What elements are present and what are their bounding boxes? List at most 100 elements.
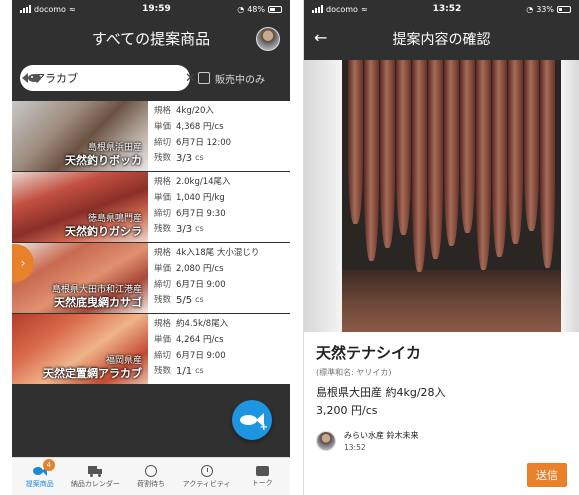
product-detail: 天然テナシイカ (標準和名: ヤリイカ) 島根県大田産 約4kg/28入 3,2… — [304, 332, 579, 452]
app-header: すべての提案商品 — [12, 18, 290, 58]
squid-shape — [460, 60, 475, 233]
back-arrow-icon[interactable]: ← — [314, 30, 327, 46]
squid-shape — [492, 60, 507, 257]
squid-shape — [396, 60, 411, 235]
notification-badge: 4 — [42, 459, 55, 471]
app-header: docomo ≈ 13:52 ◔ 33% ← 提案内容の確認 — [304, 0, 579, 60]
history-icon — [200, 464, 213, 477]
seller-info: みらい水産 鈴木未来 13:52 — [316, 430, 567, 452]
standard-name: (標準和名: ヤリイカ) — [316, 368, 392, 377]
listing-deadline: 6月7日 9:30 — [176, 208, 226, 219]
spec-label: 単価 — [154, 192, 172, 203]
signal-icon — [20, 5, 31, 13]
listing-deadline: 6月7日 9:00 — [176, 350, 226, 361]
listing-photo: 福岡県産 天然定置網アラカブ — [12, 314, 148, 384]
clear-icon[interactable]: ✕ — [185, 71, 196, 86]
listing-photo: 徳島県鳴門産 天然釣りガシラ — [12, 172, 148, 242]
on-sale-only-filter[interactable]: 販売中のみ — [198, 71, 265, 86]
battery-icon — [556, 5, 571, 13]
listing-item[interactable]: 福岡県産 天然定置網アラカブ 規格 約4.5k/8尾入 単価 4,264 円/cs … — [12, 314, 290, 385]
stock-unit: cs — [195, 295, 204, 305]
listing-size: 4kg/20入 — [176, 106, 214, 116]
listing-stock: 3/3 — [176, 224, 193, 236]
send-button[interactable]: 送信 — [527, 463, 567, 487]
product-photo — [304, 60, 579, 332]
squid-shape — [476, 60, 491, 270]
seller-avatar — [316, 431, 336, 451]
chat-icon — [255, 465, 269, 476]
listing-photo: 島根県大田市和江港産 天然底曳網カサゴ — [12, 243, 148, 313]
spec-label: 締切 — [154, 350, 172, 361]
search-input[interactable] — [34, 71, 179, 85]
listing-specs: 規格 4k入18尾 大小混じり 単価 2,080 円/cs 締切 6月7日 9:00 … — [148, 243, 290, 313]
battery-percent: 48% — [247, 4, 265, 14]
squid-shape — [348, 60, 363, 224]
add-fish-icon: + — [240, 413, 268, 433]
tab-label: アクティビティ — [182, 479, 231, 488]
listing-photo: 島根県浜田産 天然釣りボッカ — [12, 101, 148, 171]
listing-price: 2,080 円/cs — [176, 263, 224, 274]
listing-name: 天然底曳網カサゴ — [54, 296, 142, 309]
listing-price: 1,040 円/kg — [176, 192, 225, 203]
listing-deadline: 6月7日 12:00 — [176, 137, 232, 148]
listing-specs: 規格 4kg/20入 単価 4,368 円/cs 締切 6月7日 12:00 残数 3/… — [148, 101, 290, 171]
spec-label: 単価 — [154, 121, 172, 132]
listing-name: 天然定置網アラカブ — [43, 367, 142, 380]
origin-size: 島根県大田産 約4kg/28入 — [316, 386, 446, 399]
wifi-icon: ≈ — [360, 4, 368, 14]
listing-specs: 規格 2.0kg/14尾入 単価 1,040 円/kg 締切 6月7日 9:30 残数… — [148, 172, 290, 242]
spec-label: 規格 — [154, 248, 172, 258]
alarm-icon: ◔ — [237, 4, 245, 14]
status-bar: docomo ≈ 13:52 ◔ 33% — [304, 0, 579, 18]
listing-item[interactable]: 島根県浜田産 天然釣りボッカ 規格 4kg/20入 単価 4,368 円/cs 締切… — [12, 101, 290, 172]
listing-item[interactable]: 徳島県鳴門産 天然釣りガシラ 規格 2.0kg/14尾入 単価 1,040 円/kg… — [12, 172, 290, 243]
seller-time: 13:52 — [344, 443, 366, 452]
tab-delivery-calendar[interactable]: 納品カレンダー — [68, 458, 124, 495]
user-avatar[interactable] — [256, 27, 280, 51]
carrier-name: docomo — [326, 4, 358, 14]
listing-size: 約4.5k/8尾入 — [176, 319, 229, 329]
on-sale-only-label: 販売中のみ — [215, 74, 265, 86]
listing-list: 島根県浜田産 天然釣りボッカ 規格 4kg/20入 単価 4,368 円/cs 締切… — [12, 101, 290, 385]
spec-label: 締切 — [154, 279, 172, 290]
stock-unit: cs — [195, 366, 204, 376]
on-sale-only-checkbox[interactable] — [198, 72, 210, 84]
listing-size: 2.0kg/14尾入 — [176, 177, 231, 187]
chevron-right-icon: › — [20, 256, 26, 270]
spec-label: 残数 — [154, 295, 172, 306]
filter-row: ✕ 販売中のみ — [12, 58, 290, 98]
listing-item[interactable]: 島根県大田市和江港産 天然底曳網カサゴ 規格 4k入18尾 大小混じり 単価 2,0… — [12, 243, 290, 314]
squid-shape — [444, 60, 459, 246]
right-phone-screen: docomo ≈ 13:52 ◔ 33% ← 提案内容の確認 天然テナシイカ (… — [303, 0, 579, 495]
tab-awaiting-split[interactable]: 荷割待ち — [123, 458, 179, 495]
product-price: 3,200 円/cs — [316, 404, 378, 417]
spec-label: 残数 — [154, 366, 172, 377]
spec-label: 規格 — [154, 177, 172, 187]
listing-stock: 5/5 — [176, 295, 193, 307]
tab-label: 提案商品 — [25, 479, 54, 488]
carrier-name: docomo — [34, 4, 66, 14]
squid-shape — [364, 60, 379, 261]
spec-label: 残数 — [154, 224, 172, 235]
tab-talk[interactable]: トーク — [234, 458, 290, 495]
squid-shape — [428, 60, 443, 259]
truck-icon — [88, 465, 103, 477]
listing-specs: 規格 約4.5k/8尾入 単価 4,264 円/cs 締切 6月7日 9:00 残数 1… — [148, 314, 290, 384]
listing-deadline: 6月7日 9:00 — [176, 279, 226, 290]
page-title: すべての提案商品 — [91, 29, 211, 48]
squid-shape — [524, 60, 539, 231]
spec-label: 締切 — [154, 137, 172, 148]
tab-activity[interactable]: アクティビティ — [179, 458, 235, 495]
face-icon — [144, 464, 157, 477]
listing-size: 4k入18尾 大小混じり — [176, 248, 260, 258]
page-title: 提案内容の確認 — [392, 32, 491, 48]
stock-unit: cs — [195, 224, 204, 234]
tab-label: トーク — [251, 478, 273, 487]
listing-price: 4,264 円/cs — [176, 334, 224, 345]
search-box[interactable]: ✕ — [20, 65, 196, 91]
left-phone-screen: docomo ≈ 19:59 ◔ 48% すべての提案商品 ✕ 販売中のみ 島根… — [12, 0, 290, 495]
spec-label: 規格 — [154, 319, 172, 329]
tab-proposals[interactable]: 4 提案商品 — [12, 458, 68, 495]
add-proposal-button[interactable]: + — [232, 400, 272, 440]
squid-shape — [540, 60, 555, 268]
